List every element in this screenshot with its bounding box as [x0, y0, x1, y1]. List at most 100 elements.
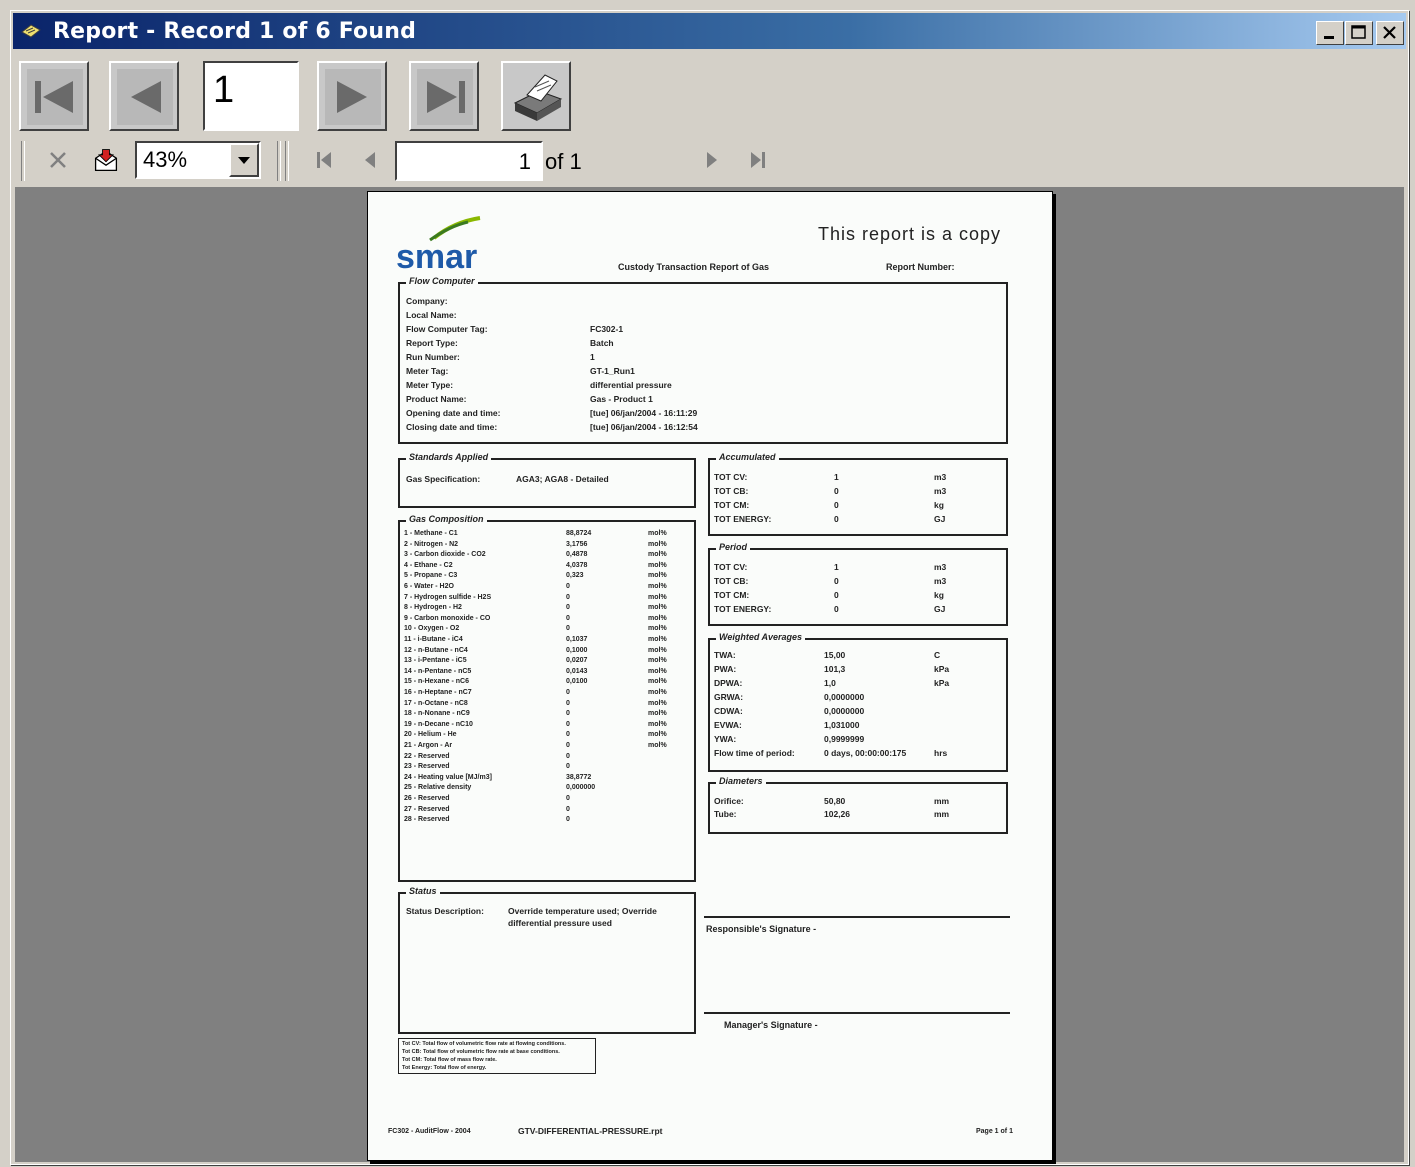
- composition-value: 0: [566, 710, 570, 718]
- weighted-key: DPWA:: [714, 678, 743, 688]
- weighted-value: 15,00: [824, 650, 846, 660]
- first-record-button[interactable]: [19, 61, 89, 131]
- report-preview-area[interactable]: This report is a copy smar Custody Trans…: [15, 187, 1404, 1162]
- diameter-key: Tube:: [714, 809, 737, 819]
- next-record-button[interactable]: [317, 61, 387, 131]
- close-button[interactable]: [1376, 21, 1404, 45]
- composition-key: 2 - Nitrogen - N2: [404, 540, 459, 548]
- zoom-dropdown-button[interactable]: [229, 143, 259, 177]
- flow-computer-value: [tue] 06/jan/2004 - 16:11:29: [590, 408, 698, 418]
- next-page-icon[interactable]: [699, 147, 725, 173]
- diameter-unit: mm: [934, 796, 950, 806]
- composition-value: 0,000000: [566, 784, 596, 792]
- composition-key: 13 - i-Pentane - iC5: [404, 657, 467, 665]
- page-navigation-toolbar: 43% 1 of 1: [15, 137, 1404, 189]
- period-unit: GJ: [934, 604, 946, 614]
- last-record-button[interactable]: [409, 61, 479, 131]
- status-box: Status Status Description: Override temp…: [398, 886, 696, 1034]
- composition-value: 0: [566, 805, 570, 813]
- weighted-unit: kPa: [934, 664, 950, 674]
- weighted-unit: kPa: [934, 678, 950, 688]
- composition-value: 0: [566, 816, 570, 824]
- composition-unit: mol%: [648, 731, 667, 739]
- report-number-label: Report Number:: [886, 262, 955, 272]
- accumulated-unit: kg: [934, 500, 944, 510]
- composition-key: 19 - n-Decane - nC10: [404, 720, 473, 728]
- composition-unit: mol%: [648, 572, 667, 580]
- weighted-key: TWA:: [714, 650, 736, 660]
- composition-value: 0,0100: [566, 678, 588, 686]
- accumulated-unit: m3: [934, 486, 947, 496]
- close-preview-icon[interactable]: [45, 147, 71, 173]
- composition-unit: mol%: [648, 551, 667, 559]
- period-value: 0: [834, 576, 839, 586]
- page-count-label: of 1: [545, 149, 582, 174]
- composition-value: 0: [566, 625, 570, 633]
- period-value: 1: [834, 562, 839, 572]
- status-label: Status: [406, 886, 440, 896]
- maximize-icon: [1351, 25, 1366, 39]
- previous-icon: [117, 69, 173, 125]
- period-value: 0: [834, 590, 839, 600]
- export-icon[interactable]: [93, 147, 119, 173]
- composition-key: 26 - Reserved: [404, 795, 450, 802]
- responsible-signature-line: [704, 916, 1010, 918]
- composition-unit: mol%: [648, 667, 667, 675]
- report-window: Report - Record 1 of 6 Found 1 43% 1 of …: [10, 10, 1409, 1165]
- record-number-field[interactable]: 1: [203, 61, 299, 131]
- responsible-signature-label: Responsible's Signature -: [706, 924, 817, 934]
- close-icon: [1383, 26, 1396, 39]
- accumulated-unit: m3: [934, 472, 947, 482]
- status-description-line2: differential pressure used: [508, 918, 612, 928]
- composition-unit: mol%: [648, 614, 667, 622]
- accumulated-key: TOT CM:: [714, 500, 750, 510]
- composition-key: 20 - Helium - He: [404, 731, 457, 739]
- flow-computer-key: Flow Computer Tag:: [406, 324, 488, 334]
- first-page-icon[interactable]: [311, 147, 337, 173]
- last-page-icon[interactable]: [745, 147, 771, 173]
- composition-unit: mol%: [648, 593, 667, 601]
- composition-value: 0,0207: [566, 657, 588, 665]
- gas-composition-box: Gas Composition 1 - Methane - C1 88,8724 m…: [398, 514, 696, 882]
- printer-icon: [513, 74, 563, 121]
- previous-record-button[interactable]: [109, 61, 179, 131]
- weighted-value: 0 days, 00:00:00:175: [824, 748, 907, 758]
- flow-computer-key: Product Name:: [406, 394, 467, 404]
- composition-key: 16 - n-Heptane - nC7: [404, 689, 472, 696]
- composition-unit: mol%: [648, 561, 667, 569]
- footer-file: GTV-DIFFERENTIAL-PRESSURE.rpt: [518, 1126, 663, 1136]
- smar-logo: smar: [396, 216, 481, 272]
- maximize-button[interactable]: [1345, 21, 1373, 45]
- composition-unit: mol%: [648, 689, 667, 696]
- composition-value: 3,1756: [566, 540, 588, 548]
- composition-value: 0: [566, 742, 570, 749]
- flow-computer-value: GT-1_Run1: [590, 366, 635, 376]
- page-number-input[interactable]: 1: [395, 141, 543, 181]
- standards-label: Standards Applied: [406, 452, 492, 462]
- gas-composition-label: Gas Composition: [406, 514, 487, 524]
- standards-box: Standards Applied Gas Specification: AGA…: [398, 452, 696, 508]
- composition-key: 25 - Relative density: [404, 784, 472, 792]
- previous-page-icon[interactable]: [357, 147, 383, 173]
- composition-key: 27 - Reserved: [404, 805, 450, 813]
- composition-key: 6 - Water - H2O: [404, 583, 454, 590]
- minimize-button[interactable]: [1316, 21, 1344, 45]
- accumulated-key: TOT ENERGY:: [714, 514, 772, 524]
- flow-computer-key: Run Number:: [406, 352, 460, 362]
- copy-notice: This report is a copy: [818, 224, 1002, 244]
- accumulated-box: Accumulated TOT CV: 1 m3 TOT CB: 0 m3 TOT CM: 0…: [708, 452, 1008, 536]
- composition-key: 8 - Hydrogen - H2: [404, 604, 462, 612]
- period-box: Period TOT CV: 1 m3 TOT CB: 0 m3 TOT CM: 0 kg TOT…: [708, 542, 1008, 626]
- period-unit: m3: [934, 576, 947, 586]
- composition-key: 4 - Ethane - C2: [404, 561, 453, 569]
- print-button[interactable]: [501, 61, 571, 131]
- composition-value: 0: [566, 699, 570, 707]
- composition-value: 0: [566, 795, 570, 802]
- accumulated-value: 0: [834, 500, 839, 510]
- zoom-select[interactable]: 43%: [135, 141, 261, 179]
- title-bar[interactable]: Report - Record 1 of 6 Found: [13, 13, 1406, 49]
- weighted-key: CDWA:: [714, 706, 743, 716]
- flow-computer-key: Opening date and time:: [406, 408, 501, 418]
- manager-signature-label: Manager's Signature -: [724, 1020, 818, 1030]
- composition-value: 0,4878: [566, 551, 588, 559]
